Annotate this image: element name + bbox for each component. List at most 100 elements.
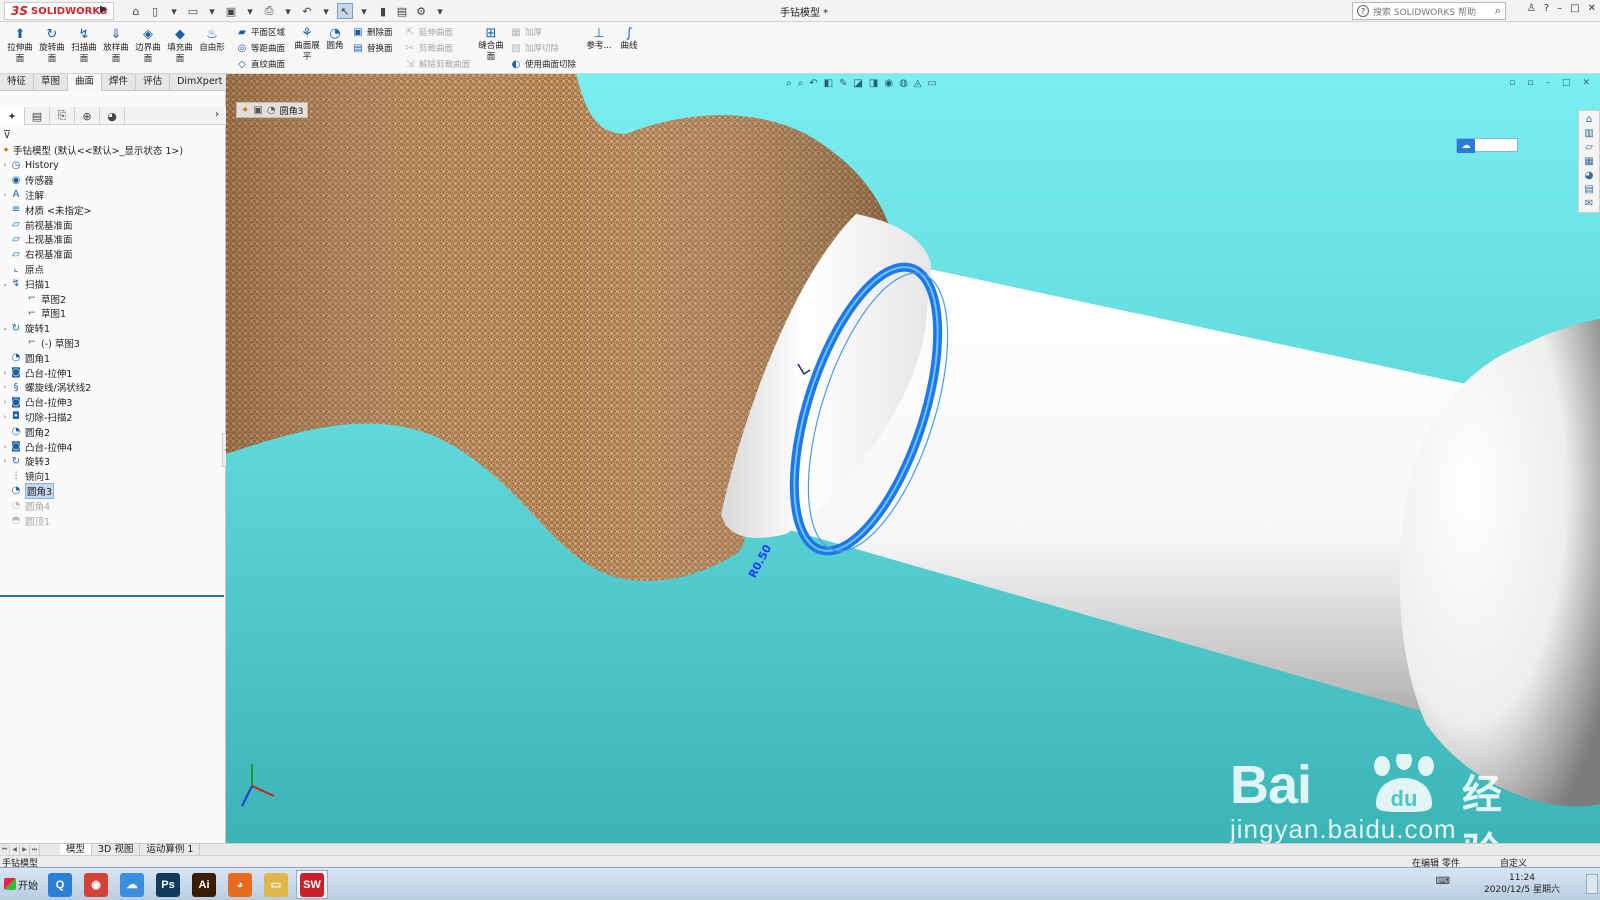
new-document-icon[interactable]: ▯	[147, 3, 163, 19]
view-settings-icon[interactable]: ▭	[928, 78, 937, 89]
dropdown-icon[interactable]: ▾	[356, 3, 372, 19]
taskbar-app-qq-browser[interactable]: Q	[44, 870, 76, 899]
planar-surface-button[interactable]: ▰ 平面区域	[236, 25, 285, 39]
command-tab[interactable]: 评估	[136, 74, 171, 91]
tree-item[interactable]: ▱ 右视基准面	[0, 247, 224, 262]
search-icon[interactable]: ⌕	[1495, 4, 1501, 18]
open-folder-icon[interactable]: ▭	[185, 3, 201, 19]
boundary-surface-button[interactable]: ◈ 边界曲面	[132, 26, 164, 72]
command-tab[interactable]: 草图	[34, 74, 69, 91]
taskbar-app-baidu-netdisk[interactable]: ☁	[116, 870, 148, 899]
revolve-surface-button[interactable]: ↻ 旋转曲面	[36, 26, 68, 72]
tree-item[interactable]: ◉ 传感器	[0, 173, 224, 188]
expand-arrow-icon[interactable]: ›	[0, 383, 10, 391]
knit-surface-button[interactable]: ⊞ 缝合曲面	[478, 25, 504, 63]
dropdown-icon[interactable]: ▾	[318, 3, 334, 19]
minimize-button[interactable]: –	[1557, 3, 1562, 14]
maximize-view-icon[interactable]: □	[1562, 78, 1571, 88]
edit-appearance-icon[interactable]: ◍	[899, 78, 908, 89]
taskbar-app-file-explorer[interactable]: ▭	[260, 870, 292, 899]
help-search-input[interactable]: ? 搜索 SOLIDWORKS 帮助 ⌕	[1352, 2, 1506, 20]
rebuild-icon[interactable]: ▮	[375, 3, 391, 19]
prev-tab-icon[interactable]: ◀	[10, 844, 20, 855]
hide-show-icon[interactable]: ◉	[884, 78, 893, 89]
dropdown-icon[interactable]: ▾	[204, 3, 220, 19]
tree-item[interactable]: › ◙ 凸台-拉伸4	[0, 439, 224, 454]
fillet-button[interactable]: ◔ 圆角	[322, 25, 348, 52]
thicken-cut-button[interactable]: ▧ 加厚切除	[510, 41, 576, 55]
baidu-netdisk-badge[interactable]: ☁	[1456, 138, 1518, 153]
last-tab-icon[interactable]: ⏭	[30, 844, 40, 855]
dynamic-annotation-icon[interactable]: ✎	[839, 78, 847, 89]
rollback-bar[interactable]	[0, 595, 224, 597]
tree-item[interactable]: ◔ 圆角3	[0, 482, 224, 499]
options-gear-icon[interactable]: ⚙	[413, 3, 429, 19]
graphics-area[interactable]: ⌕ ⌕ ↶ ◧ ✎ ◪ ◨ ◉ ◍ ◬ ▭ ✦ ▣ ◔ 圆角3 ▫ ▫ – □ …	[226, 74, 1600, 843]
dropdown-icon[interactable]: ▾	[432, 3, 448, 19]
tree-root-part[interactable]: ✦ 手钻模型 (默认<<默认>_显示状态 1>)	[2, 143, 183, 158]
apply-scene-icon[interactable]: ◬	[914, 78, 922, 89]
tree-item[interactable]: › ◙ 凸台-拉伸1	[0, 365, 224, 380]
keyboard-tray-icon[interactable]: ⌨	[1436, 876, 1450, 887]
tree-item[interactable]: › A 注解	[0, 188, 224, 203]
appearances-icon[interactable]: ◕	[1585, 170, 1594, 181]
tree-item[interactable]: ◔ 圆角1	[0, 350, 224, 365]
surface-flatten-button[interactable]: ⚘ 曲面展平	[292, 25, 322, 63]
tree-item[interactable]: › ◷ History	[0, 158, 224, 173]
bottom-tab[interactable]: 模型	[60, 843, 93, 856]
taskbar-app-illustrator[interactable]: Ai	[188, 870, 220, 899]
delete-face-button[interactable]: ▣ 删除面	[352, 25, 392, 39]
bottom-tab[interactable]: 运动算例 1	[140, 843, 201, 856]
tree-item[interactable]: ▱ 上视基准面	[0, 232, 224, 247]
taskbar-app-firefox[interactable]: ◕	[224, 870, 256, 899]
expand-arrow-icon[interactable]: ›	[0, 413, 10, 421]
dimxpert-manager-tab-icon[interactable]: ⊕	[75, 107, 100, 125]
close-view-icon[interactable]: ✕	[1582, 78, 1590, 88]
command-tab[interactable]: 曲面	[68, 74, 103, 91]
expand-arrow-icon[interactable]: ›	[0, 369, 10, 377]
taskbar-app-chrome[interactable]: ◉	[80, 870, 112, 899]
save-icon[interactable]: ▣	[223, 3, 239, 19]
property-manager-tab-icon[interactable]: ▤	[25, 107, 50, 125]
tree-item[interactable]: › ◘ 切除-扫描2	[0, 410, 224, 425]
untrim-surface-button[interactable]: ⇲ 解除剪裁曲面	[404, 57, 470, 71]
forum-icon[interactable]: ✉	[1585, 198, 1593, 209]
tree-item[interactable]: ◔ 圆角4	[0, 498, 224, 513]
expand-arrow-icon[interactable]: ⌄	[0, 324, 10, 332]
viewport-breadcrumb[interactable]: ✦ ▣ ◔ 圆角3	[236, 102, 309, 118]
dropdown-icon[interactable]: ▾	[280, 3, 296, 19]
bottom-tab[interactable]: 3D 视图	[92, 843, 141, 856]
display-manager-tab-icon[interactable]: ◕	[100, 107, 125, 125]
tree-item[interactable]: ⌐ 草图2	[0, 291, 224, 306]
file-properties-icon[interactable]: ▤	[394, 3, 410, 19]
tree-item[interactable]: › ◙ 凸台-拉伸3	[0, 395, 224, 410]
tree-item[interactable]: ⫶ 镜向1	[0, 469, 224, 484]
replace-face-button[interactable]: ▤ 替换面	[352, 41, 392, 55]
tree-item[interactable]: › ↻ 旋转3	[0, 454, 224, 469]
filter-icon[interactable]: ⊽	[3, 128, 11, 141]
tree-item[interactable]: › § 螺旋线/涡状线2	[0, 380, 224, 395]
start-button[interactable]: 开始	[2, 874, 40, 894]
command-tab[interactable]: DimXpert	[170, 74, 231, 91]
reference-geometry-button[interactable]: ⊥ 参考...	[584, 25, 614, 52]
custom-properties-icon[interactable]: ▤	[1584, 184, 1593, 195]
configuration-manager-tab-icon[interactable]: ⎘	[50, 107, 75, 125]
tree-item[interactable]: ⌄ ↻ 旋转1	[0, 321, 224, 336]
ruled-surface-button[interactable]: ◇ 直纹曲面	[236, 57, 285, 71]
tree-item[interactable]: ≡ 材质 <未指定>	[0, 202, 224, 217]
tree-item[interactable]: ◔ 圆角2	[0, 424, 224, 439]
zoom-to-fit-icon[interactable]: ⌕	[786, 78, 792, 89]
tree-item[interactable]: ⌐ (-) 草图3	[0, 336, 224, 351]
first-tab-icon[interactable]: ⏮	[0, 844, 10, 855]
expand-arrow-icon[interactable]: ›	[0, 457, 10, 465]
taskbar-app-solidworks[interactable]: SW	[296, 870, 328, 899]
tree-item[interactable]: ▱ 前视基准面	[0, 217, 224, 232]
command-tab[interactable]: 焊件	[102, 74, 137, 91]
previous-view-icon[interactable]: ↶	[809, 78, 817, 89]
maximize-button[interactable]: □	[1570, 3, 1579, 14]
expand-arrow-icon[interactable]: ›	[0, 191, 10, 199]
trim-surface-button[interactable]: ✂ 剪裁曲面	[404, 41, 470, 55]
curves-button[interactable]: ∫ 曲线	[614, 25, 644, 52]
print-icon[interactable]: ⎙	[261, 3, 277, 19]
restore-view-icon[interactable]: ▫	[1509, 78, 1515, 88]
